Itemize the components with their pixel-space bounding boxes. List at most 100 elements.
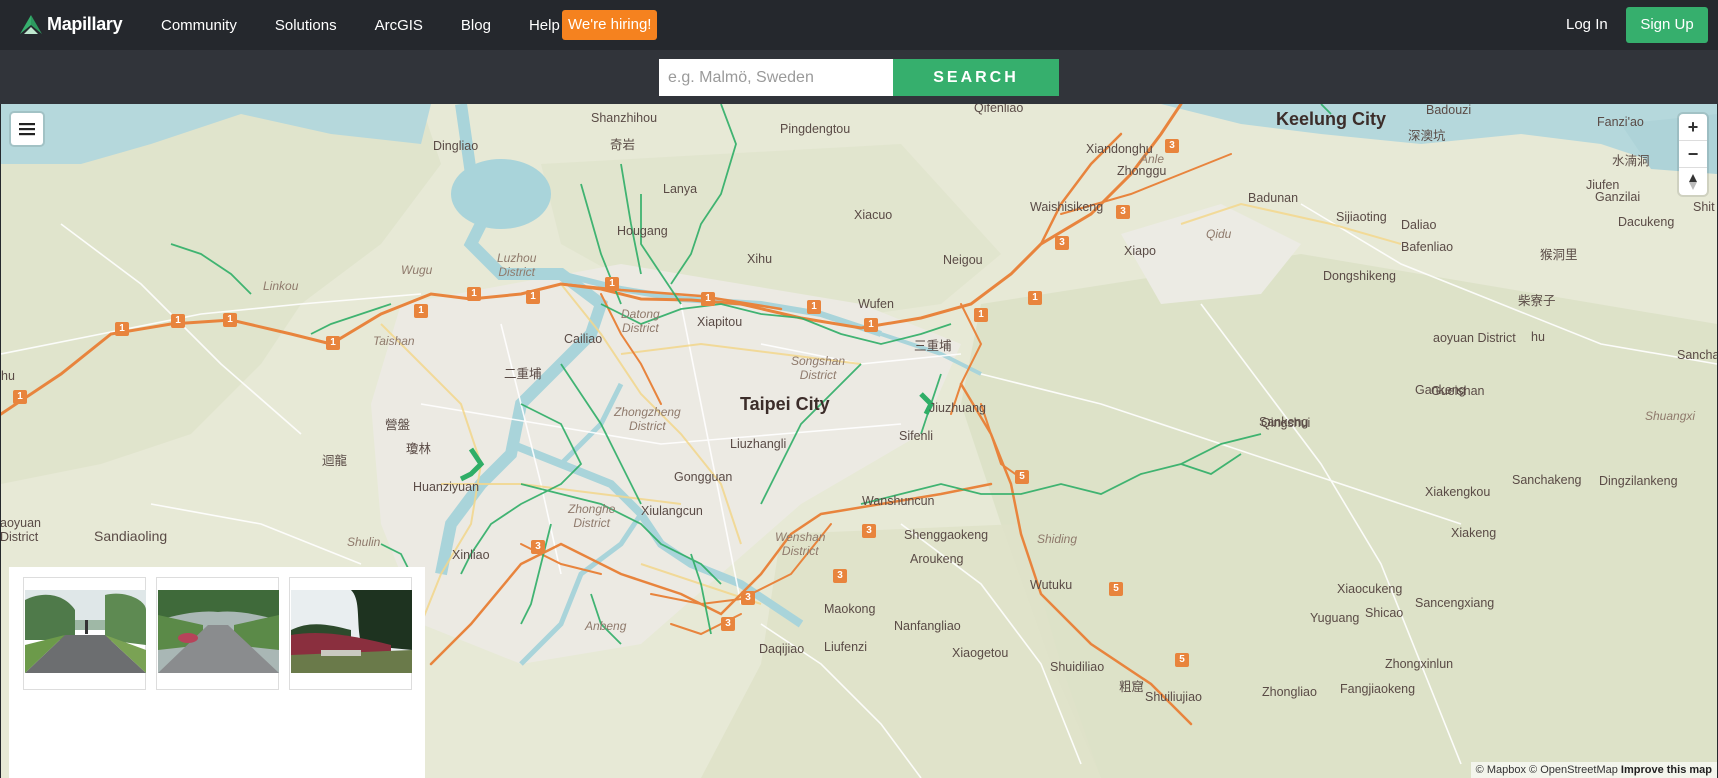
place-label-cjk: 迴龍	[322, 454, 348, 468]
place-label: Neigou	[943, 253, 983, 267]
highway-shield: 3	[531, 540, 545, 554]
place-label: aoyuan District	[1, 516, 42, 544]
mapbox-attribution-link[interactable]: © Mapbox	[1476, 764, 1526, 776]
place-label: Wutuku	[1030, 578, 1073, 592]
place-label: hu	[1, 369, 15, 383]
minus-icon: −	[1687, 143, 1699, 164]
place-label: Jiuzhuang	[929, 401, 986, 415]
place-label: Shicao	[1365, 606, 1404, 620]
nav-arcgis[interactable]: ArcGIS	[356, 17, 442, 34]
street-photo-thumbnail	[291, 590, 412, 673]
place-label: Wufen	[858, 297, 894, 311]
place-label: Shuidiliao	[1050, 660, 1105, 674]
place-label-cjk: 柴寮子	[1518, 294, 1556, 308]
place-label: aoyuan District	[1433, 331, 1516, 345]
place-label: Shuiliujiao	[1145, 690, 1202, 704]
login-link[interactable]: Log In	[1566, 16, 1608, 33]
compass-button[interactable]	[1679, 168, 1707, 195]
district-label: Wenshan District	[775, 530, 826, 558]
place-label: Dingliao	[433, 139, 479, 153]
highway-shield: 1	[223, 313, 237, 327]
place-label-cjk: 粗窟	[1119, 680, 1145, 694]
nav-blog[interactable]: Blog	[442, 17, 510, 34]
zoom-out-button[interactable]: −	[1679, 141, 1707, 168]
place-label-cjk: 奇岩	[610, 138, 636, 152]
place-label-cjk: 水湳洞	[1612, 154, 1650, 168]
nav-community[interactable]: Community	[142, 17, 256, 34]
place-label: Sancengxiang	[1415, 596, 1495, 610]
place-label: Pingdengtou	[780, 122, 851, 136]
place-label-cjk: 瓊林	[406, 442, 432, 456]
place-label: Shit	[1693, 200, 1715, 214]
place-label: Dongshikeng	[1323, 269, 1396, 283]
district-label: Qidu	[1206, 227, 1232, 241]
district-label: Datong District	[621, 307, 660, 335]
place-label: Qifenliao	[974, 104, 1024, 115]
place-label: Liufenzi	[824, 640, 868, 654]
place-label-cjk: 三重埔	[914, 339, 952, 353]
highway-shield: 5	[1015, 470, 1029, 484]
osm-attribution-link[interactable]: © OpenStreetMap	[1529, 764, 1618, 776]
highway-shield: 1	[171, 314, 185, 328]
place-label: Fanzi'ao	[1597, 115, 1644, 129]
place-label: Huanziyuan	[413, 480, 480, 494]
highway-shield: 5	[1109, 582, 1123, 596]
signup-button[interactable]: Sign Up	[1626, 7, 1708, 43]
place-label: hu	[1531, 330, 1545, 344]
place-label: Xiakeng	[1451, 526, 1497, 540]
thumbnail-card[interactable]	[289, 577, 412, 690]
district-label: Zhonghe District	[568, 502, 616, 530]
logo-text: Mapillary	[47, 13, 123, 34]
street-photo-thumbnail	[158, 590, 279, 673]
highway-shield: 3	[833, 569, 847, 583]
location-search-input[interactable]	[659, 59, 893, 96]
highway-shield: 3	[1116, 205, 1130, 219]
place-label: Hougang	[617, 224, 668, 238]
zoom-controls: + −	[1679, 114, 1707, 195]
place-label: Sifenli	[899, 429, 934, 443]
hamburger-menu-icon	[19, 123, 35, 136]
place-label-cjk: 深澳坑	[1408, 129, 1446, 143]
place-label: Zhongliao	[1262, 685, 1317, 699]
place-label-cjk: 二重埔	[504, 367, 542, 381]
district-label: Anle	[1140, 152, 1165, 166]
map-attribution: © Mapbox © OpenStreetMap Improve this ma…	[1470, 762, 1717, 778]
place-label: Cailiao	[564, 332, 603, 346]
map-menu-button[interactable]	[11, 113, 43, 145]
place-label: Waishisikeng	[1030, 200, 1104, 214]
place-label: Wanshuncun	[862, 494, 935, 508]
highway-shield: 1	[974, 308, 988, 322]
thumbnail-card[interactable]	[23, 577, 146, 690]
improve-map-link[interactable]: Improve this map	[1621, 764, 1712, 776]
city-label-keelung: Keelung City	[1276, 109, 1387, 129]
place-label: Zhongxinlun	[1385, 657, 1454, 671]
place-label: Ganzilai	[1595, 190, 1641, 204]
highway-shield: 1	[1028, 291, 1042, 305]
place-label-cjk: 營盤	[385, 418, 411, 432]
district-label: Shulin	[347, 535, 381, 549]
place-label: Yuguang	[1310, 611, 1360, 625]
highway-shield: 1	[13, 390, 27, 404]
district-label: Wugu	[401, 263, 433, 277]
highway-shield: 1	[326, 336, 340, 350]
zoom-in-button[interactable]: +	[1679, 114, 1707, 141]
place-label: Xiulangcun	[641, 504, 703, 518]
mapillary-logo[interactable]: Mapillary	[18, 10, 123, 38]
place-label: Sandiaoling	[94, 528, 168, 544]
place-label: Dingzilankeng	[1599, 474, 1678, 488]
place-label: Badouzi	[1426, 104, 1472, 117]
district-label: Songshan District	[791, 354, 846, 382]
place-label: Xinliao	[452, 548, 490, 562]
thumbnail-card[interactable]	[156, 577, 279, 690]
nav-solutions[interactable]: Solutions	[256, 17, 356, 34]
hiring-badge-link[interactable]: We're hiring!	[562, 10, 658, 40]
search-button[interactable]: SEARCH	[893, 59, 1059, 96]
place-label: Xiaocukeng	[1337, 582, 1403, 596]
place-label: Fangjiaokeng	[1340, 682, 1416, 696]
district-label: Shuangxi	[1645, 409, 1696, 423]
map-view[interactable]: Shanzhihou Pingdengtou Qifenliao Dinglia…	[1, 104, 1717, 778]
district-label: Zhongzheng District	[614, 405, 681, 433]
place-label: Xiakengkou	[1425, 485, 1491, 499]
city-label-taipei: Taipei City	[740, 394, 830, 414]
place-label: Lanya	[663, 182, 698, 196]
